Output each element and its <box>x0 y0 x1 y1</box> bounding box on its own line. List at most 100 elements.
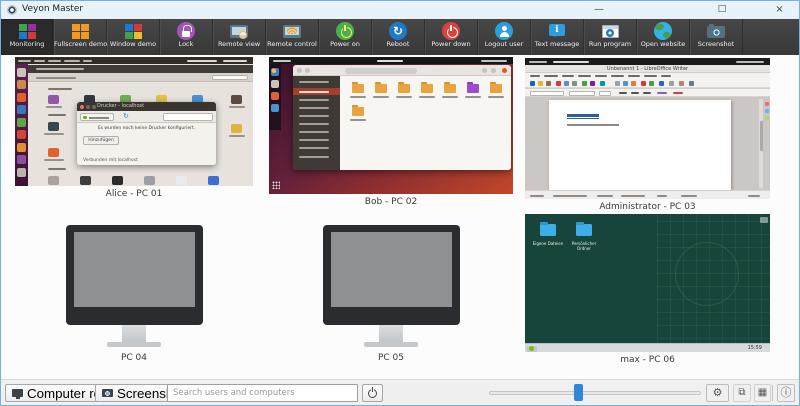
writer-toolbar <box>525 79 770 88</box>
computer-name-pc03: Administrator - PC 03 <box>525 202 770 212</box>
toolbar-button-reboot[interactable]: Reboot <box>372 19 425 55</box>
files-window <box>293 65 511 170</box>
monitoring-icon <box>19 24 36 39</box>
ubuntu-menubar <box>15 57 253 64</box>
screenshots-icon <box>102 389 113 397</box>
start-menu-icon <box>527 346 537 352</box>
remote-control-icon <box>283 25 301 38</box>
toolbar-button-label: Power down <box>425 40 477 49</box>
firefox-icon <box>271 68 279 76</box>
screen-thumbnail-pc02 <box>269 57 513 194</box>
power-control-button[interactable] <box>362 384 383 402</box>
toolbar-button-text-message[interactable]: Text message <box>531 19 584 55</box>
computer-tile-pc01[interactable]: Drucker - localhost ↻ Es wurden noch kei… <box>15 57 253 199</box>
toolbar-button-label: Open website <box>637 40 689 49</box>
filter-box <box>163 113 213 121</box>
logout-user-icon <box>495 22 513 40</box>
power-down-icon <box>442 22 460 40</box>
refresh-icon: ↻ <box>123 112 129 120</box>
toolbar-button-label: Screenshot <box>690 40 742 49</box>
window-title: Veyon Master <box>22 4 83 14</box>
thumbnail-size-slider[interactable] <box>489 391 701 395</box>
computer-name-pc01: Alice - PC 01 <box>15 189 253 199</box>
dialog-status: Verbunden mit localhost <box>83 158 138 163</box>
maximize-button[interactable]: □ <box>707 1 737 19</box>
desktop-wallpaper <box>657 214 770 352</box>
writer-format-toolbar <box>525 89 770 97</box>
dialog-title: Drucker - localhost <box>97 102 144 111</box>
gnome-topbar <box>525 58 770 65</box>
path-bar <box>345 68 417 74</box>
toolbar-button-power-on[interactable]: Power on <box>319 19 372 55</box>
lock-icon <box>177 22 195 40</box>
toolbar-button-label: Logout user <box>478 40 530 49</box>
scrollbar <box>759 99 763 188</box>
window-demo-icon <box>125 24 142 39</box>
computer-name-pc06: max - PC 06 <box>525 355 770 365</box>
toolbar-button-monitoring[interactable]: Monitoring <box>1 19 54 55</box>
dialog-add-button: Hinzufügen <box>83 136 119 145</box>
thumbnail-size-slider-handle[interactable] <box>574 384 583 401</box>
toolbar-button-remote-view[interactable]: Remote view <box>213 19 266 55</box>
toolbar-button-lock[interactable]: Lock <box>160 19 213 55</box>
remote-view-icon <box>230 25 248 38</box>
computer-tile-pc02[interactable]: Bob - PC 02 <box>269 57 513 207</box>
search-input[interactable] <box>167 384 358 402</box>
gnome-dock <box>269 64 281 130</box>
window-close-icon <box>502 68 507 73</box>
about-button[interactable]: ⓘ <box>777 384 795 402</box>
kde-taskbar: 15:59 <box>525 343 770 352</box>
toolbar-button-fullscreen-demo[interactable]: Fullscreen demo <box>54 19 107 55</box>
files-sidebar <box>293 76 340 170</box>
taskbar-clock: 15:59 <box>748 344 762 352</box>
screen-thumbnail-pc06: Eigene Dateien Persönlicher Ordner 15:59 <box>525 214 770 352</box>
screenshot-icon <box>707 26 725 38</box>
computer-monitoring-view: Drucker - localhost ↻ Es wurden noch kei… <box>1 55 799 379</box>
toolbar-button-remote-control[interactable]: Remote control <box>266 19 319 55</box>
writer-title: Unbenannt 1 - LibreOffice Writer <box>525 65 770 73</box>
computer-name-pc05: PC 05 <box>269 353 513 363</box>
toolbar-button-label: Fullscreen demo <box>54 40 106 49</box>
settings-button[interactable]: ⚙ <box>706 384 729 402</box>
toolbar-button-screenshot[interactable]: Screenshot <box>690 19 743 55</box>
printer-dialog: Drucker - localhost ↻ Es wurden noch kei… <box>77 102 216 165</box>
gnome-topbar <box>269 57 513 64</box>
custom-arrangement-button[interactable]: ▦ <box>754 384 771 402</box>
writer-statusbar <box>525 190 770 199</box>
computer-name-pc04: PC 04 <box>15 353 253 363</box>
computer-tile-pc04[interactable]: PC 04 <box>15 225 253 363</box>
writer-canvas <box>525 97 770 190</box>
text-message-icon <box>549 24 565 36</box>
folder-icon <box>576 224 592 236</box>
computer-tile-pc05[interactable]: PC 05 <box>269 225 513 363</box>
power-icon <box>368 389 377 398</box>
minimize-button[interactable]: — <box>584 1 614 19</box>
document-page <box>549 100 731 190</box>
toolbar-button-label: Remote control <box>266 40 318 49</box>
dialog-message: Es wurden noch keine Drucker konfigurier… <box>77 123 216 131</box>
toolbar-button-logout-user[interactable]: Logout user <box>478 19 531 55</box>
sidebar-tabs <box>764 99 770 159</box>
toolbar-button-run-program[interactable]: Run program <box>584 19 637 55</box>
screen-thumbnail-pc01: Drucker - localhost ↻ Es wurden noch kei… <box>15 57 253 186</box>
computer-tile-pc06[interactable]: Eigene Dateien Persönlicher Ordner 15:59… <box>525 214 770 365</box>
fullscreen-demo-icon <box>72 24 89 39</box>
toolbar-button-power-down[interactable]: Power down <box>425 19 478 55</box>
statusbar-separator <box>772 385 773 401</box>
toolbar: MonitoringFullscreen demoWindow demoLock… <box>1 19 799 55</box>
statusbar: Computer rooms Screenshots ⚙ ⧉ ▦ ⓘ <box>1 379 799 405</box>
toolbar-button-label: Remote view <box>213 40 265 49</box>
toolbar-button-label: Window demo <box>107 40 159 49</box>
toolbar-button-open-website[interactable]: Open website <box>637 19 690 55</box>
unity-launcher <box>15 64 28 186</box>
auto-fit-button[interactable]: ⧉ <box>733 384 751 402</box>
system-tray <box>718 347 736 353</box>
veyon-logo-icon <box>7 5 17 15</box>
offline-monitor-icon <box>323 225 460 347</box>
close-button[interactable]: × <box>761 1 798 19</box>
dialog-close-icon <box>80 105 84 109</box>
toolbar-button-window-demo[interactable]: Window demo <box>107 19 160 55</box>
toolbar-button-label: Monitoring <box>1 40 53 49</box>
kde-toolbox-icon <box>760 217 768 223</box>
computer-tile-pc03[interactable]: Unbenannt 1 - LibreOffice Writer <box>525 58 770 212</box>
